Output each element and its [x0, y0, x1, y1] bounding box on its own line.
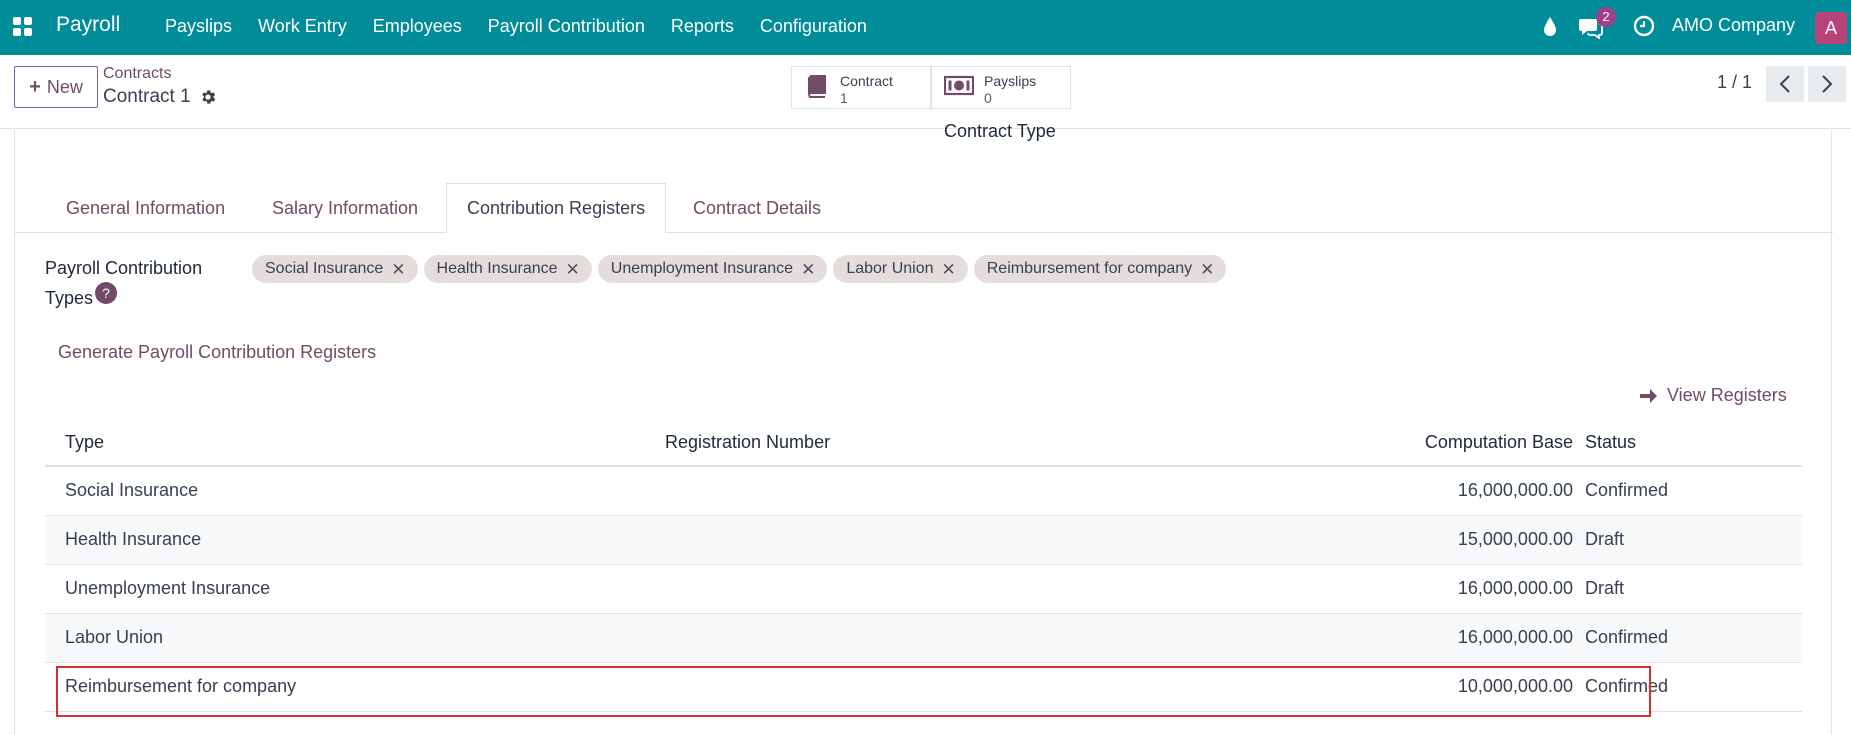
- cell-registration-number: [645, 515, 1245, 565]
- breadcrumb-contracts[interactable]: Contracts: [103, 65, 171, 83]
- column-status[interactable]: Status: [1585, 420, 1802, 467]
- user-avatar[interactable]: A: [1815, 12, 1847, 44]
- cell-registration-number: [645, 564, 1245, 614]
- table-row[interactable]: Unemployment Insurance 16,000,000.00 Dra…: [45, 564, 1802, 614]
- cell-computation-base: 16,000,000.00: [1245, 564, 1585, 614]
- new-button[interactable]: + New: [14, 66, 98, 108]
- menu-item-payroll-contribution[interactable]: Payroll Contribution: [475, 15, 658, 37]
- remove-tag-icon[interactable]: ✕: [942, 261, 956, 278]
- menu-item-reports[interactable]: Reports: [658, 15, 747, 37]
- table-row[interactable]: Reimbursement for company 10,000,000.00 …: [45, 662, 1802, 712]
- control-panel: + New Contracts Contract 1 Contract 1 Pa…: [0, 55, 1851, 129]
- apps-menu-icon[interactable]: [13, 17, 33, 37]
- cell-type: Social Insurance: [45, 466, 645, 516]
- plus-icon: +: [29, 75, 41, 98]
- payslips-smart-text: Payslips 0: [984, 73, 1036, 107]
- tab-general-information[interactable]: General Information: [46, 183, 245, 233]
- remove-tag-icon[interactable]: ✕: [566, 261, 580, 278]
- tag-unemployment-insurance: Unemployment Insurance ✕: [597, 255, 828, 283]
- tag-health-insurance: Health Insurance ✕: [423, 255, 592, 283]
- contract-smart-text: Contract 1: [840, 73, 893, 107]
- table-row[interactable]: Labor Union 16,000,000.00 Confirmed: [45, 613, 1802, 663]
- tag-label: Social Insurance: [265, 260, 384, 277]
- pager-next-button[interactable]: [1808, 66, 1846, 102]
- remove-tag-icon[interactable]: ✕: [1200, 261, 1214, 278]
- contract-smart-value: 1: [840, 90, 848, 106]
- chevron-left-icon: [1779, 75, 1790, 93]
- clock-icon[interactable]: [1633, 15, 1655, 37]
- table-row[interactable]: Health Insurance 15,000,000.00 Draft: [45, 515, 1802, 565]
- book-icon: [807, 75, 826, 98]
- gear-icon[interactable]: [199, 88, 217, 106]
- tag-reimbursement-for-company: Reimbursement for company ✕: [973, 255, 1227, 283]
- contract-type-label: Contract Type: [944, 121, 1056, 141]
- payslips-smart-value: 0: [984, 90, 992, 106]
- column-type[interactable]: Type: [45, 420, 645, 467]
- registers-table: Type Registration Number Computation Bas…: [45, 420, 1802, 712]
- cell-status: Draft: [1585, 515, 1802, 565]
- top-navbar: Payroll Payslips Work Entry Employees Pa…: [0, 0, 1851, 55]
- tag-label: Unemployment Insurance: [610, 260, 794, 277]
- app-brand[interactable]: Payroll: [56, 13, 120, 37]
- cell-computation-base: 16,000,000.00: [1245, 613, 1585, 663]
- column-registration-number[interactable]: Registration Number: [645, 420, 1245, 467]
- cell-registration-number: [645, 662, 1245, 712]
- help-icon[interactable]: ?: [95, 282, 118, 304]
- menu-item-configuration[interactable]: Configuration: [747, 15, 880, 37]
- contribution-types-tags[interactable]: Social Insurance ✕ Health Insurance ✕ Unem…: [252, 255, 1227, 283]
- cell-type: Labor Union: [45, 613, 645, 663]
- cell-status: Draft: [1585, 564, 1802, 614]
- remove-tag-icon[interactable]: ✕: [801, 261, 815, 278]
- cell-type: Health Insurance: [45, 515, 645, 565]
- tag-label: Labor Union: [846, 260, 934, 277]
- column-computation-base[interactable]: Computation Base: [1245, 420, 1585, 467]
- pager-value[interactable]: 1 / 1: [1717, 72, 1752, 93]
- cell-registration-number: [645, 613, 1245, 663]
- cell-computation-base: 15,000,000.00: [1245, 515, 1585, 565]
- payslips-smart-button[interactable]: Payslips 0: [931, 66, 1071, 109]
- cell-type: Reimbursement for company: [45, 662, 645, 712]
- breadcrumb-current: Contract 1: [103, 86, 191, 107]
- main-menu: Payslips Work Entry Employees Payroll Co…: [152, 15, 880, 37]
- tag-label: Health Insurance: [436, 260, 558, 277]
- cell-status: Confirmed: [1585, 613, 1802, 663]
- tag-label: Reimbursement for company: [986, 260, 1193, 277]
- cell-type: Unemployment Insurance: [45, 564, 645, 614]
- new-button-label: New: [46, 76, 83, 97]
- tag-social-insurance: Social Insurance ✕: [252, 255, 418, 283]
- cell-status: Confirmed: [1585, 466, 1802, 516]
- tab-salary-information[interactable]: Salary Information: [252, 183, 438, 233]
- generate-registers-button[interactable]: Generate Payroll Contribution Registers: [58, 342, 376, 363]
- pager-previous-button[interactable]: [1766, 66, 1804, 102]
- arrow-right-icon: [1640, 388, 1657, 403]
- company-switcher[interactable]: AMO Company: [1672, 15, 1795, 36]
- menu-item-payslips[interactable]: Payslips: [152, 15, 245, 37]
- payslips-smart-label: Payslips: [984, 73, 1037, 89]
- view-registers-button[interactable]: View Registers: [1639, 385, 1787, 406]
- cell-status: Confirmed: [1585, 662, 1802, 712]
- table-row[interactable]: Social Insurance 16,000,000.00 Confirmed: [45, 466, 1802, 516]
- table-header-row: Type Registration Number Computation Bas…: [45, 420, 1802, 467]
- cell-computation-base: 16,000,000.00: [1245, 466, 1585, 516]
- money-bill-icon: [944, 75, 974, 96]
- field-label-line1: Payroll Contribution: [45, 258, 203, 278]
- cell-computation-base: 10,000,000.00: [1245, 662, 1585, 712]
- contract-smart-label: Contract: [840, 73, 893, 89]
- menu-item-employees[interactable]: Employees: [360, 15, 475, 37]
- view-registers-label: View Registers: [1667, 385, 1787, 405]
- contract-smart-button[interactable]: Contract 1: [791, 66, 931, 109]
- field-label-line2: Types: [45, 288, 94, 308]
- menu-item-work-entry[interactable]: Work Entry: [245, 15, 360, 37]
- tag-labor-union: Labor Union ✕: [833, 255, 968, 283]
- tab-contribution-registers[interactable]: Contribution Registers: [446, 183, 667, 233]
- cell-registration-number: [645, 466, 1245, 516]
- payroll-contribution-types-label: Payroll Contribution Types?: [45, 254, 235, 312]
- remove-tag-icon[interactable]: ✕: [391, 261, 405, 278]
- droplet-icon[interactable]: [1541, 15, 1559, 39]
- chevron-right-icon: [1822, 75, 1833, 93]
- tab-contract-details[interactable]: Contract Details: [673, 183, 841, 233]
- chat-badge: 2: [1596, 7, 1616, 27]
